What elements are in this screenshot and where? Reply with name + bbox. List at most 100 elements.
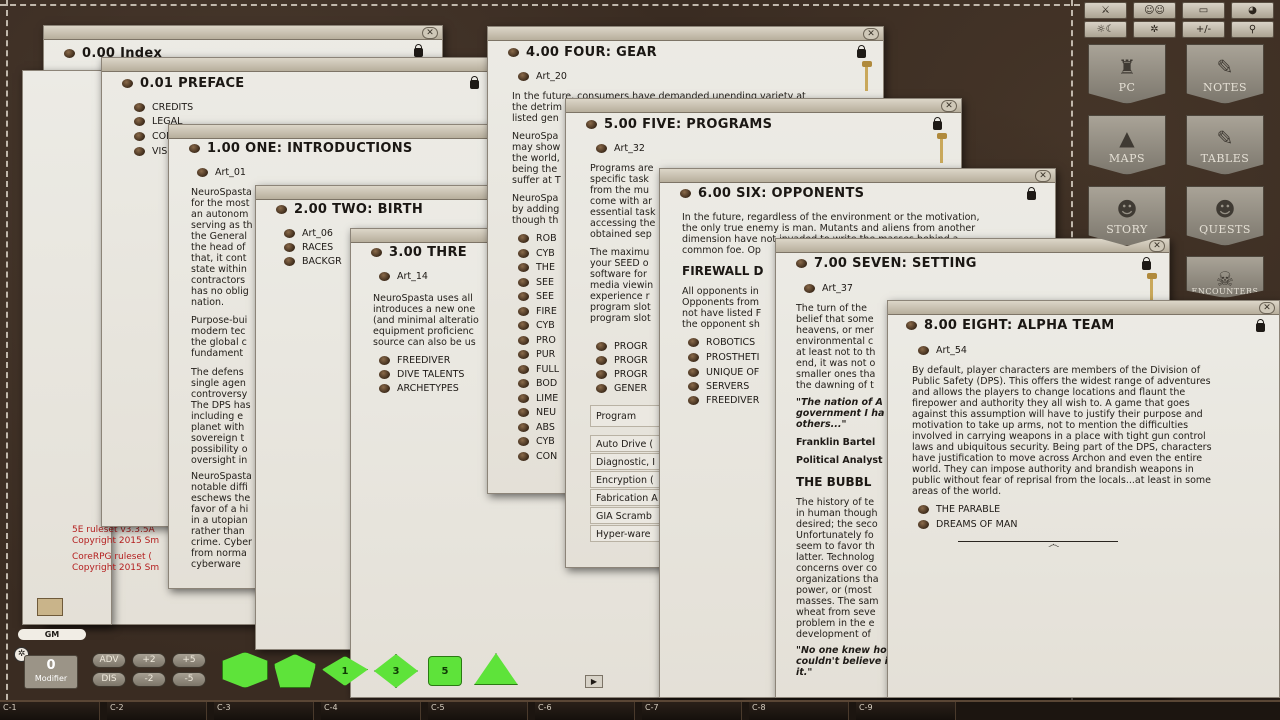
hotkey-slot[interactable]: C-6	[535, 702, 635, 720]
list-item[interactable]: VIS	[134, 146, 167, 157]
link-icon[interactable]	[371, 248, 382, 257]
list-item[interactable]: BACKGR	[284, 256, 342, 267]
list-item[interactable]: CYB	[518, 248, 555, 259]
link-icon[interactable]	[508, 48, 519, 57]
list-item[interactable]: LIME	[518, 393, 558, 404]
window-titlebar[interactable]	[169, 125, 497, 139]
hotkey-slot[interactable]: C-2	[107, 702, 207, 720]
hotkey-slot[interactable]: C-3	[214, 702, 314, 720]
list-item[interactable]: DREAMS OF MAN	[918, 519, 1017, 530]
list-item[interactable]: FREEDIVER	[379, 355, 450, 366]
table-row[interactable]: Diagnostic, I	[590, 453, 670, 470]
map-pin-button[interactable]: ▭	[1182, 2, 1225, 19]
hotkey-slot[interactable]: C-7	[642, 702, 742, 720]
tables-button[interactable]: ✎ TABLES	[1186, 115, 1264, 175]
window-titlebar[interactable]	[566, 99, 961, 113]
window-titlebar[interactable]	[44, 26, 442, 40]
hotkey-slot[interactable]: C-8	[749, 702, 849, 720]
link-icon[interactable]	[64, 49, 75, 58]
quests-button[interactable]: ☻ QUESTS	[1186, 186, 1264, 246]
combat-tracker-button[interactable]: ⚔	[1084, 2, 1127, 19]
plus-two-button[interactable]: +2	[132, 653, 166, 668]
list-item[interactable]: UNIQUE OF	[688, 367, 759, 378]
list-item[interactable]: PROSTHETI	[688, 352, 759, 363]
gavel-icon[interactable]	[862, 61, 872, 91]
list-item[interactable]: RACES	[284, 242, 333, 253]
hotkey-slot[interactable]: C-1	[0, 702, 100, 720]
link-icon[interactable]	[796, 259, 807, 268]
story-button[interactable]: ☻ STORY	[1088, 186, 1166, 246]
calendar-button[interactable]: ☼☾	[1084, 21, 1127, 38]
list-item[interactable]: PROGR	[596, 355, 648, 366]
list-item[interactable]: CYB	[518, 436, 555, 447]
close-button[interactable]: ✕	[1035, 170, 1051, 182]
list-item[interactable]: NEU	[518, 407, 556, 418]
disadvantage-button[interactable]: DIS	[92, 672, 126, 687]
lock-icon[interactable]	[414, 44, 423, 57]
list-item[interactable]: FULL	[518, 364, 559, 375]
modifier-box[interactable]: 0 Modifier	[24, 655, 78, 689]
link-icon[interactable]	[276, 205, 287, 214]
window-titlebar[interactable]	[102, 58, 490, 72]
list-item[interactable]: BOD	[518, 378, 557, 389]
window-titlebar[interactable]	[488, 27, 883, 41]
party-sheet-button[interactable]: ☺☺	[1133, 2, 1176, 19]
list-item[interactable]: FREEDIVER	[688, 395, 759, 406]
link-icon[interactable]	[906, 321, 917, 330]
hotkey-slot[interactable]: C-4	[321, 702, 421, 720]
list-item[interactable]: ROB	[518, 233, 557, 244]
minus-five-button[interactable]: -5	[172, 672, 206, 687]
close-button[interactable]: ✕	[422, 27, 438, 39]
plus-five-button[interactable]: +5	[172, 653, 206, 668]
pc-button[interactable]: ♜ PC	[1088, 44, 1166, 104]
modifiers-button[interactable]: +/-	[1182, 21, 1225, 38]
hotkey-slot[interactable]: C-5	[428, 702, 528, 720]
art-link[interactable]: Art_20	[518, 71, 567, 82]
art-link[interactable]: Art_06	[284, 228, 333, 239]
list-item[interactable]: ROBOTICS	[688, 337, 755, 348]
list-item[interactable]: ABS	[518, 422, 555, 433]
lock-icon[interactable]	[933, 117, 942, 130]
options-button[interactable]: ✲	[1133, 21, 1176, 38]
list-item[interactable]: PROGR	[596, 369, 648, 380]
hotkey-slot[interactable]: C-9	[856, 702, 956, 720]
lock-icon[interactable]	[1027, 187, 1036, 200]
list-item[interactable]: SERVERS	[688, 381, 749, 392]
list-item[interactable]: CREDITS	[134, 102, 193, 113]
d20-die-icon[interactable]	[222, 652, 268, 688]
list-item[interactable]: DIVE TALENTS	[379, 369, 464, 380]
list-item[interactable]: PUR	[518, 349, 555, 360]
list-item[interactable]: PROGR	[596, 341, 648, 352]
effects-button[interactable]: ⚲	[1231, 21, 1274, 38]
art-link[interactable]: Art_32	[596, 143, 645, 154]
page-next-button[interactable]: ▶	[585, 675, 603, 688]
encounters-button[interactable]: ☠ ENCOUNTERS	[1186, 256, 1264, 298]
list-item[interactable]: PRO	[518, 335, 556, 346]
list-item[interactable]: ARCHETYPES	[379, 383, 459, 394]
gavel-icon[interactable]	[937, 133, 947, 163]
d6-die-icon[interactable]: 5	[428, 656, 462, 686]
notes-button[interactable]: ✎ NOTES	[1186, 44, 1264, 104]
close-button[interactable]: ✕	[863, 28, 879, 40]
list-item[interactable]: FIRE	[518, 306, 557, 317]
list-item[interactable]: THE	[518, 262, 555, 273]
list-item[interactable]: THE PARABLE	[918, 504, 1000, 515]
link-icon[interactable]	[189, 144, 200, 153]
table-row[interactable]: Auto Drive (	[590, 435, 670, 452]
list-item[interactable]: GENER	[596, 383, 647, 394]
window-titlebar[interactable]	[660, 169, 1055, 183]
art-link[interactable]: Art_14	[379, 271, 428, 282]
maps-button[interactable]: ▲ MAPS	[1088, 115, 1166, 175]
minus-two-button[interactable]: -2	[132, 672, 166, 687]
lock-icon[interactable]	[857, 45, 866, 58]
table-row[interactable]: Hyper-ware	[590, 525, 670, 542]
list-item[interactable]: SEE	[518, 277, 554, 288]
link-icon[interactable]	[680, 189, 691, 198]
art-link[interactable]: Art_01	[197, 167, 246, 178]
advantage-button[interactable]: ADV	[92, 653, 126, 668]
list-item[interactable]: SEE	[518, 291, 554, 302]
table-row[interactable]: Fabrication A	[590, 489, 670, 506]
colors-button[interactable]: ◕	[1231, 2, 1274, 19]
table-row[interactable]: GIA Scramb	[590, 507, 670, 524]
lock-icon[interactable]	[470, 76, 479, 89]
